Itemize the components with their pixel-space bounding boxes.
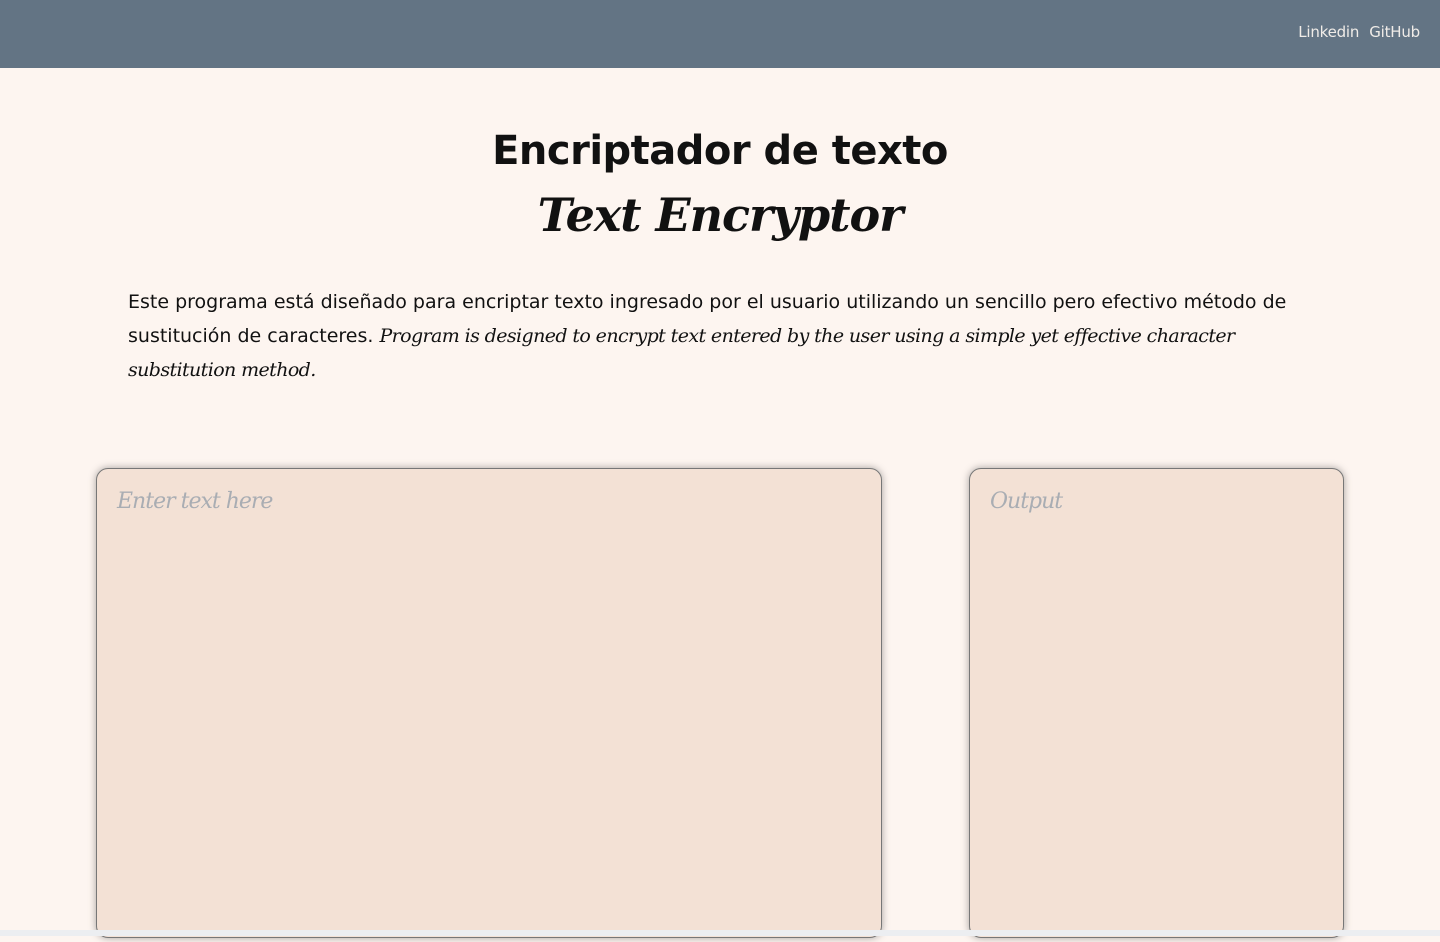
output-panel <box>969 468 1344 938</box>
description: Este programa está diseñado para encript… <box>128 285 1318 387</box>
input-panel <box>96 468 882 938</box>
github-link[interactable]: GitHub <box>1369 23 1420 41</box>
nav-links: Linkedin GitHub <box>1298 23 1420 41</box>
top-navbar: Linkedin GitHub <box>0 0 1440 68</box>
page-title-es: Encriptador de texto <box>492 128 948 174</box>
text-output[interactable] <box>970 469 1343 937</box>
text-input[interactable] <box>97 469 881 937</box>
horizontal-scrollbar[interactable] <box>0 930 1440 936</box>
page-title-en: Text Encryptor <box>537 188 904 242</box>
linkedin-link[interactable]: Linkedin <box>1298 23 1359 41</box>
